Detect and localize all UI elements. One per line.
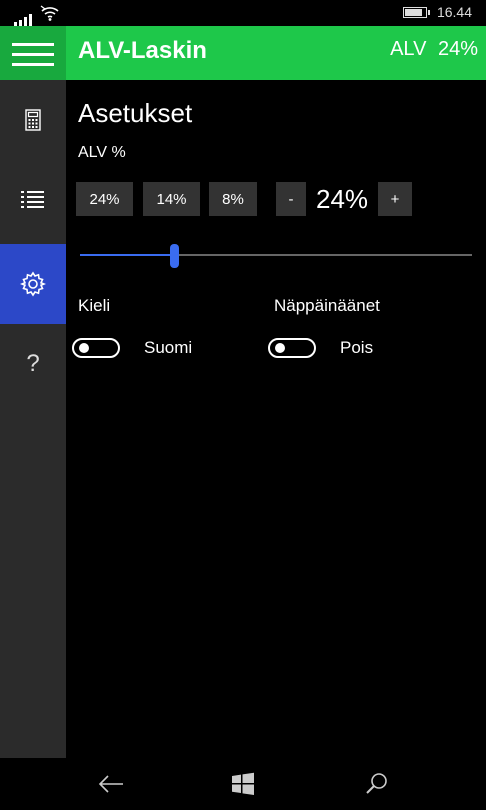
slider-fill [80, 254, 174, 256]
nav-list[interactable] [0, 160, 66, 240]
keypad-sounds-label: Näppäinäänet [274, 296, 380, 315]
windows-logo-icon [232, 772, 254, 795]
start-button[interactable] [228, 770, 258, 798]
vat-rate-display: ALV 24% [390, 38, 478, 60]
page-title: Asetukset [78, 98, 193, 128]
increment-button[interactable]: + [378, 182, 412, 216]
search-button[interactable] [362, 770, 392, 798]
list-icon [21, 191, 44, 208]
app-title: ALV-Laskin [78, 37, 207, 64]
search-icon [366, 773, 387, 794]
nav-settings[interactable] [0, 244, 66, 324]
keypad-sounds-toggle-state: Pois [340, 338, 374, 357]
wifi-icon [40, 5, 60, 26]
hamburger-menu-button[interactable] [0, 26, 66, 80]
help-icon: ? [26, 350, 40, 377]
battery-icon [402, 6, 430, 18]
decrement-button[interactable]: - [276, 182, 306, 216]
preset-14-button[interactable]: 14% [143, 182, 200, 216]
gear-icon [20, 271, 46, 297]
preset-8-button[interactable]: 8% [209, 182, 257, 216]
language-label: Kieli [78, 296, 111, 315]
clock: 16.44 [436, 4, 472, 20]
nav-calculator[interactable] [0, 80, 66, 160]
back-button[interactable] [96, 770, 126, 798]
back-arrow-icon [98, 775, 123, 793]
sidebar: ? [0, 80, 66, 758]
status-bar: 16.44 [0, 0, 486, 26]
signal-strength-icon [14, 13, 32, 26]
language-toggle[interactable] [72, 338, 120, 358]
current-vat-value: 24% [316, 184, 369, 214]
calculator-icon [25, 109, 41, 131]
language-toggle-state: Suomi [144, 338, 193, 357]
vat-slider[interactable] [80, 244, 472, 268]
nav-help[interactable]: ? [0, 324, 66, 404]
toggle-knob [79, 343, 89, 353]
vat-percent-label: ALV % [78, 144, 126, 161]
settings-page: Asetukset ALV % 24% 14% 8% - 24% + Kieli… [66, 80, 486, 758]
slider-thumb[interactable] [170, 244, 179, 268]
system-navigation-bar [0, 758, 486, 810]
toggle-knob [275, 343, 285, 353]
keypad-sounds-toggle[interactable] [268, 338, 316, 358]
app-header: ALV-Laskin ALV 24% [0, 26, 486, 80]
preset-24-button[interactable]: 24% [76, 182, 133, 216]
